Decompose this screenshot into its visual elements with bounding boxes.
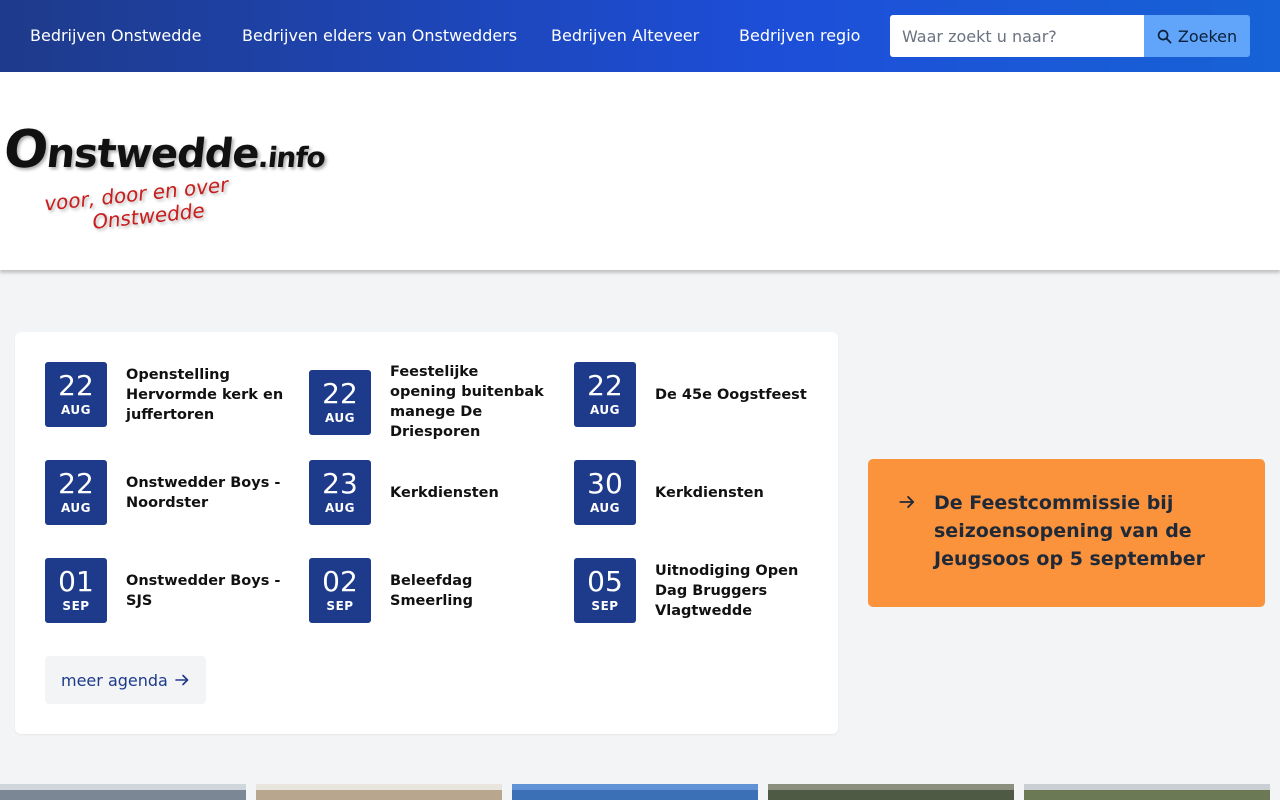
more-agenda-label: meer agenda bbox=[61, 670, 168, 690]
agenda-item[interactable]: 22 AUG De 45e Oogstfeest bbox=[574, 362, 814, 427]
nav-link-bedrijven-regio[interactable]: Bedrijven regio bbox=[739, 26, 860, 45]
date-badge: 22 AUG bbox=[45, 460, 107, 525]
agenda-item-title: Uitnodiging Open Dag Bruggers Vlagtwedde bbox=[655, 562, 799, 619]
news-photo-thumbnail[interactable] bbox=[0, 784, 246, 800]
date-month: AUG bbox=[60, 501, 91, 515]
featured-news-callout[interactable]: De Feestcommissie bij seizoensopening va… bbox=[868, 459, 1265, 607]
date-month: SEP bbox=[62, 599, 90, 613]
search-input[interactable] bbox=[890, 15, 1144, 57]
date-badge: 01 SEP bbox=[45, 558, 107, 623]
agenda-item[interactable]: 02 SEP Beleefdag Smeerling bbox=[309, 558, 549, 623]
date-day: 02 bbox=[322, 565, 358, 598]
date-month: SEP bbox=[326, 599, 354, 613]
search-button[interactable]: Zoeken bbox=[1144, 15, 1250, 57]
date-day: 22 bbox=[58, 369, 94, 402]
nav-link-bedrijven-onstwedde[interactable]: Bedrijven Onstwedde bbox=[30, 26, 201, 45]
search-button-label: Zoeken bbox=[1177, 26, 1238, 46]
agenda-item-title: Feestelijke opening buitenbak manege De … bbox=[390, 364, 544, 440]
date-day: 23 bbox=[322, 467, 358, 500]
date-badge: 05 SEP bbox=[574, 558, 636, 623]
date-month: AUG bbox=[60, 403, 91, 417]
date-month: AUG bbox=[589, 403, 620, 417]
top-navigation: Bedrijven Onstwedde Bedrijven elders van… bbox=[0, 0, 1280, 72]
date-month: AUG bbox=[589, 501, 620, 515]
date-badge: 22 AUG bbox=[45, 362, 107, 427]
news-photo-thumbnail[interactable] bbox=[768, 784, 1014, 800]
agenda-item-title: De 45e Oogstfeest bbox=[655, 386, 807, 403]
nav-link-bedrijven-alteveer[interactable]: Bedrijven Alteveer bbox=[551, 26, 699, 45]
more-agenda-button[interactable]: meer agenda bbox=[45, 656, 206, 704]
date-day: 22 bbox=[322, 376, 358, 410]
date-day: 05 bbox=[587, 565, 623, 598]
date-badge: 23 AUG bbox=[309, 460, 371, 525]
agenda-item-title: Kerkdiensten bbox=[390, 484, 499, 501]
date-month: AUG bbox=[324, 410, 355, 425]
date-badge: 30 AUG bbox=[574, 460, 636, 525]
date-badge: 22 AUG bbox=[574, 362, 636, 427]
agenda-item-title: Openstelling Hervormde kerk en juffertor… bbox=[126, 366, 284, 423]
agenda-card: 22 AUG Openstelling Hervormde kerk en ju… bbox=[15, 332, 838, 734]
agenda-item[interactable]: 22 AUG Openstelling Hervormde kerk en ju… bbox=[45, 362, 285, 427]
agenda-item[interactable]: 05 SEP Uitnodiging Open Dag Bruggers Vla… bbox=[574, 558, 814, 623]
agenda-item[interactable]: 23 AUG Kerkdiensten bbox=[309, 460, 549, 525]
date-badge: 02 SEP bbox=[309, 558, 371, 623]
date-day: 30 bbox=[587, 467, 623, 500]
agenda-item[interactable]: 22 AUG Feestelijke opening buitenbak man… bbox=[309, 362, 549, 442]
date-day: 22 bbox=[58, 467, 94, 500]
agenda-item-title: Kerkdiensten bbox=[655, 484, 764, 501]
date-badge: 22 AUG bbox=[309, 369, 371, 435]
agenda-item-title: Onstwedder Boys - Noordster bbox=[126, 474, 281, 511]
search-icon bbox=[1157, 29, 1172, 43]
agenda-item[interactable]: 30 AUG Kerkdiensten bbox=[574, 460, 814, 525]
logo-wordmark: Onstwedde.info bbox=[0, 120, 327, 180]
news-photo-thumbnail[interactable] bbox=[256, 784, 502, 800]
agenda-item-title: Beleefdag Smeerling bbox=[390, 572, 474, 609]
agenda-item[interactable]: 01 SEP Onstwedder Boys - SJS bbox=[45, 558, 285, 623]
news-photo-thumbnail[interactable] bbox=[1024, 784, 1270, 800]
date-month: AUG bbox=[324, 501, 355, 515]
agenda-item-title: Onstwedder Boys - SJS bbox=[126, 572, 281, 609]
site-header: Onstwedde.info voor, door en over Onstwe… bbox=[0, 72, 1280, 270]
arrow-right-icon bbox=[175, 674, 189, 686]
agenda-item[interactable]: 22 AUG Onstwedder Boys - Noordster bbox=[45, 460, 285, 525]
date-day: 01 bbox=[58, 565, 94, 598]
site-logo[interactable]: Onstwedde.info voor, door en over Onstwe… bbox=[0, 120, 327, 234]
search-form: Zoeken bbox=[890, 15, 1250, 57]
callout-text: De Feestcommissie bij seizoensopening va… bbox=[934, 492, 1205, 570]
nav-link-bedrijven-elders[interactable]: Bedrijven elders van Onstwedders bbox=[242, 26, 517, 45]
date-month: SEP bbox=[591, 599, 619, 613]
arrow-right-icon bbox=[899, 496, 915, 508]
date-day: 22 bbox=[587, 369, 623, 402]
news-photo-thumbnail[interactable] bbox=[512, 784, 758, 800]
